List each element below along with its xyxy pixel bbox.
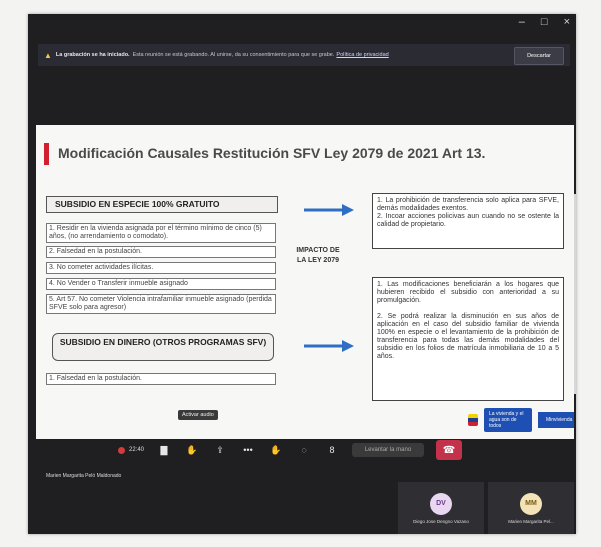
- privacy-policy-link[interactable]: Política de privacidad: [336, 52, 388, 58]
- close-button[interactable]: ×: [564, 16, 570, 28]
- chat-icon[interactable]: ◌: [296, 442, 312, 458]
- minimize-button[interactable]: –: [519, 16, 525, 28]
- call-timer: 22:40: [118, 446, 145, 454]
- in-kind-item-2: 2. Falsedad en la postulación.: [46, 246, 276, 258]
- logo-area: La vivienda y el agua son de todos Minvi…: [468, 408, 574, 432]
- bottom-right-textbox: 1. Las modificaciones beneficiarán a los…: [372, 277, 564, 401]
- meeting-controls: 22:40 ▇ ✋ ⇪ ••• ✋ ◌ 8 Levantar la mano ☎: [118, 436, 478, 464]
- raise-hand-icon[interactable]: ✋: [268, 442, 284, 458]
- dismiss-button[interactable]: Descartar: [514, 47, 564, 65]
- arrow-bottom-icon: [304, 340, 354, 352]
- mic-off-icon[interactable]: ✋: [184, 442, 200, 458]
- top-right-textbox: 1. La prohibición de transferencia solo …: [372, 193, 564, 249]
- raise-hand-button[interactable]: Levantar la mano: [352, 443, 425, 457]
- side-panel-edge: [574, 194, 576, 394]
- hang-up-button[interactable]: ☎: [436, 440, 463, 460]
- logo-text: La vivienda y el agua son de todos: [484, 408, 532, 432]
- in-kind-item-1: 1. Residir en la vivienda asignada por e…: [46, 223, 276, 243]
- in-kind-item-5: 5. Art 57. No cometer Violencia intrafam…: [46, 294, 276, 314]
- timer-text: 22:40: [129, 447, 145, 453]
- arrow-top-icon: [304, 204, 354, 216]
- shared-slide: Modificación Causales Restitución SFV Le…: [36, 125, 574, 439]
- camera-off-icon[interactable]: ▇: [156, 442, 172, 458]
- photo-frame: – □ × ▲ La grabación se ha iniciado. Est…: [28, 14, 576, 534]
- impact-label: IMPACTO DE LA LEY 2079: [296, 247, 340, 264]
- cash-subsidy-header: SUBSIDIO EN DINERO (OTROS PROGRAMAS SFV): [52, 333, 274, 361]
- avatar: MM: [520, 492, 542, 515]
- in-kind-subsidy-header: SUBSIDIO EN ESPECIE 100% GRATUITO: [46, 196, 278, 213]
- presenter-name: Marien Margarita Peló Maldonado: [46, 473, 122, 479]
- unmute-tooltip: Activar audio: [178, 410, 218, 420]
- participant-tile[interactable]: MM Marien Margarita Pel...: [488, 482, 574, 534]
- more-options-icon[interactable]: •••: [240, 442, 256, 458]
- window-controls: – □ ×: [519, 16, 570, 28]
- avatar: DV: [430, 492, 452, 515]
- participant-tiles: DV Diego Jose Dengno Vazano MM Marien Ma…: [398, 482, 574, 534]
- ministry-logo: Minvivienda: [538, 412, 574, 428]
- participant-tile[interactable]: DV Diego Jose Dengno Vazano: [398, 482, 484, 534]
- cash-item-1: 1. Falsedad en la postulación.: [46, 373, 276, 385]
- slide-title: Modificación Causales Restitución SFV Le…: [58, 145, 486, 161]
- title-accent-bar: [44, 143, 49, 165]
- in-kind-item-4: 4. No Vender o Transferir inmueble asign…: [46, 278, 276, 290]
- recording-text: Esta reunión se está grabando. Al unirse…: [132, 52, 335, 58]
- recording-banner: ▲ La grabación se ha iniciado. Esta reun…: [38, 44, 570, 66]
- recording-dot-icon: [118, 446, 125, 454]
- participant-name: Diego Jose Dengno Vazano: [413, 518, 469, 524]
- participants-icon[interactable]: 8: [324, 442, 340, 458]
- recording-title: La grabación se ha iniciado.: [55, 52, 130, 58]
- warning-icon: ▲: [44, 50, 52, 60]
- maximize-button[interactable]: □: [541, 16, 548, 28]
- in-kind-item-3: 3. No cometer actividades ilícitas.: [46, 262, 276, 274]
- share-screen-icon[interactable]: ⇪: [212, 442, 228, 458]
- colombia-shield-icon: [468, 414, 478, 426]
- participant-name: Marien Margarita Pel...: [508, 518, 554, 524]
